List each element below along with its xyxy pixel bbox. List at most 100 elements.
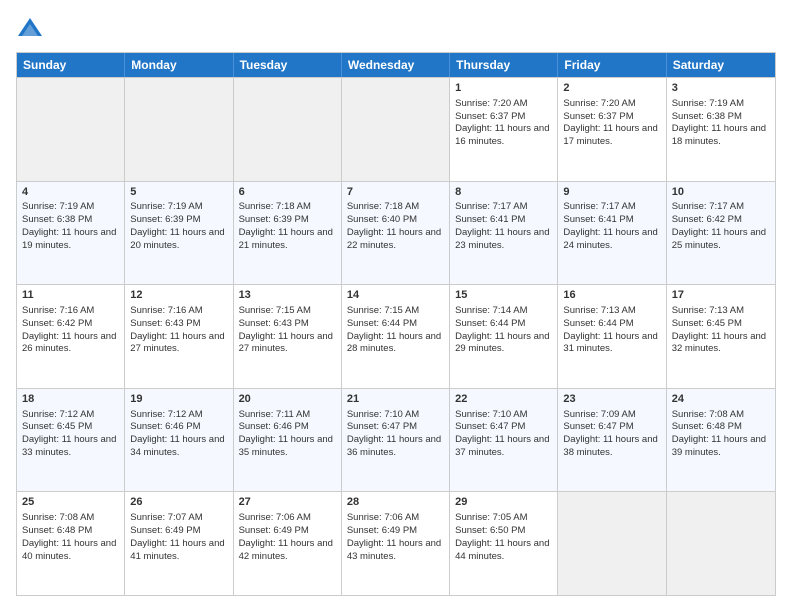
calendar-cell: 11 Sunrise: 7:16 AM Sunset: 6:42 PM Dayli…	[17, 285, 125, 388]
calendar-cell: 10Sunrise: 7:17 AM Sunset: 6:42 PM Dayli…	[667, 182, 775, 285]
calendar-cell	[667, 492, 775, 595]
calendar-cell: 1 Sunrise: 7:20 AM Sunset: 6:37 PM Daylig…	[450, 78, 558, 181]
calendar-row: 18 Sunrise: 7:12 AM Sunset: 6:45 PM Dayli…	[17, 388, 775, 492]
calendar-cell: 28 Sunrise: 7:06 AM Sunset: 6:49 PM Dayli…	[342, 492, 450, 595]
day-number: 21	[347, 392, 444, 407]
day-header-saturday: Saturday	[667, 53, 775, 77]
day-header-thursday: Thursday	[450, 53, 558, 77]
day-info: Sunrise: 7:05 AM Sunset: 6:50 PM Dayligh…	[455, 512, 549, 561]
calendar-cell: 21 Sunrise: 7:10 AM Sunset: 6:47 PM Dayli…	[342, 389, 450, 492]
day-number: 14	[347, 288, 444, 303]
day-info: Sunrise: 7:16 AM Sunset: 6:42 PM Dayligh…	[22, 305, 116, 354]
day-info: Sunrise: 7:20 AM Sunset: 6:37 PM Dayligh…	[563, 98, 657, 147]
calendar-cell	[17, 78, 125, 181]
logo-icon	[16, 16, 44, 44]
day-info: Sunrise: 7:11 AM Sunset: 6:46 PM Dayligh…	[239, 409, 333, 458]
day-number: 19	[130, 392, 227, 407]
day-info: Sunrise: 7:06 AM Sunset: 6:49 PM Dayligh…	[347, 512, 441, 561]
day-number: 28	[347, 495, 444, 510]
calendar-cell: 14 Sunrise: 7:15 AM Sunset: 6:44 PM Dayli…	[342, 285, 450, 388]
day-number: 4	[22, 185, 119, 200]
calendar-cell: 7Sunrise: 7:18 AM Sunset: 6:40 PM Daylig…	[342, 182, 450, 285]
day-info: Sunrise: 7:08 AM Sunset: 6:48 PM Dayligh…	[672, 409, 766, 458]
calendar-header: SundayMondayTuesdayWednesdayThursdayFrid…	[17, 53, 775, 77]
day-number: 12	[130, 288, 227, 303]
calendar-body: 1 Sunrise: 7:20 AM Sunset: 6:37 PM Daylig…	[17, 77, 775, 595]
calendar-cell: 24 Sunrise: 7:08 AM Sunset: 6:48 PM Dayli…	[667, 389, 775, 492]
calendar-cell: 4Sunrise: 7:19 AM Sunset: 6:38 PM Daylig…	[17, 182, 125, 285]
logo	[16, 16, 48, 44]
calendar-cell: 8Sunrise: 7:17 AM Sunset: 6:41 PM Daylig…	[450, 182, 558, 285]
day-number: 29	[455, 495, 552, 510]
day-number: 26	[130, 495, 227, 510]
day-number: 25	[22, 495, 119, 510]
calendar-row: 1 Sunrise: 7:20 AM Sunset: 6:37 PM Daylig…	[17, 77, 775, 181]
calendar-cell: 15 Sunrise: 7:14 AM Sunset: 6:44 PM Dayli…	[450, 285, 558, 388]
day-number: 16	[563, 288, 660, 303]
day-info: Sunrise: 7:18 AM Sunset: 6:40 PM Dayligh…	[347, 201, 441, 250]
day-info: Sunrise: 7:19 AM Sunset: 6:39 PM Dayligh…	[130, 201, 224, 250]
calendar-cell: 3 Sunrise: 7:19 AM Sunset: 6:38 PM Daylig…	[667, 78, 775, 181]
calendar-cell: 19Sunrise: 7:12 AM Sunset: 6:46 PM Dayli…	[125, 389, 233, 492]
day-info: Sunrise: 7:10 AM Sunset: 6:47 PM Dayligh…	[455, 409, 549, 458]
calendar-cell: 20 Sunrise: 7:11 AM Sunset: 6:46 PM Dayli…	[234, 389, 342, 492]
day-info: Sunrise: 7:07 AM Sunset: 6:49 PM Dayligh…	[130, 512, 224, 561]
day-number: 11	[22, 288, 119, 303]
calendar-cell: 29 Sunrise: 7:05 AM Sunset: 6:50 PM Dayli…	[450, 492, 558, 595]
day-header-sunday: Sunday	[17, 53, 125, 77]
day-number: 8	[455, 185, 552, 200]
header	[16, 16, 776, 44]
day-header-wednesday: Wednesday	[342, 53, 450, 77]
day-number: 2	[563, 81, 660, 96]
day-number: 7	[347, 185, 444, 200]
day-number: 15	[455, 288, 552, 303]
day-info: Sunrise: 7:18 AM Sunset: 6:39 PM Dayligh…	[239, 201, 333, 250]
page: SundayMondayTuesdayWednesdayThursdayFrid…	[0, 0, 792, 612]
day-header-friday: Friday	[558, 53, 666, 77]
calendar-cell: 17 Sunrise: 7:13 AM Sunset: 6:45 PM Dayli…	[667, 285, 775, 388]
day-number: 24	[672, 392, 770, 407]
day-header-monday: Monday	[125, 53, 233, 77]
calendar-cell: 6Sunrise: 7:18 AM Sunset: 6:39 PM Daylig…	[234, 182, 342, 285]
day-info: Sunrise: 7:19 AM Sunset: 6:38 PM Dayligh…	[22, 201, 116, 250]
calendar-cell: 2 Sunrise: 7:20 AM Sunset: 6:37 PM Daylig…	[558, 78, 666, 181]
day-info: Sunrise: 7:12 AM Sunset: 6:45 PM Dayligh…	[22, 409, 116, 458]
day-info: Sunrise: 7:17 AM Sunset: 6:42 PM Dayligh…	[672, 201, 766, 250]
day-info: Sunrise: 7:15 AM Sunset: 6:43 PM Dayligh…	[239, 305, 333, 354]
day-number: 22	[455, 392, 552, 407]
day-info: Sunrise: 7:10 AM Sunset: 6:47 PM Dayligh…	[347, 409, 441, 458]
day-info: Sunrise: 7:14 AM Sunset: 6:44 PM Dayligh…	[455, 305, 549, 354]
day-info: Sunrise: 7:17 AM Sunset: 6:41 PM Dayligh…	[455, 201, 549, 250]
calendar-cell: 26 Sunrise: 7:07 AM Sunset: 6:49 PM Dayli…	[125, 492, 233, 595]
day-number: 20	[239, 392, 336, 407]
day-info: Sunrise: 7:15 AM Sunset: 6:44 PM Dayligh…	[347, 305, 441, 354]
calendar-cell: 13Sunrise: 7:15 AM Sunset: 6:43 PM Dayli…	[234, 285, 342, 388]
day-number: 17	[672, 288, 770, 303]
day-number: 23	[563, 392, 660, 407]
day-info: Sunrise: 7:20 AM Sunset: 6:37 PM Dayligh…	[455, 98, 549, 147]
calendar-cell: 16 Sunrise: 7:13 AM Sunset: 6:44 PM Dayli…	[558, 285, 666, 388]
calendar-cell: 5Sunrise: 7:19 AM Sunset: 6:39 PM Daylig…	[125, 182, 233, 285]
day-info: Sunrise: 7:13 AM Sunset: 6:45 PM Dayligh…	[672, 305, 766, 354]
day-info: Sunrise: 7:19 AM Sunset: 6:38 PM Dayligh…	[672, 98, 766, 147]
day-info: Sunrise: 7:06 AM Sunset: 6:49 PM Dayligh…	[239, 512, 333, 561]
calendar-cell	[234, 78, 342, 181]
day-number: 27	[239, 495, 336, 510]
calendar-row: 4Sunrise: 7:19 AM Sunset: 6:38 PM Daylig…	[17, 181, 775, 285]
day-info: Sunrise: 7:17 AM Sunset: 6:41 PM Dayligh…	[563, 201, 657, 250]
day-number: 6	[239, 185, 336, 200]
day-info: Sunrise: 7:09 AM Sunset: 6:47 PM Dayligh…	[563, 409, 657, 458]
day-header-tuesday: Tuesday	[234, 53, 342, 77]
calendar-cell: 9Sunrise: 7:17 AM Sunset: 6:41 PM Daylig…	[558, 182, 666, 285]
calendar-cell: 23 Sunrise: 7:09 AM Sunset: 6:47 PM Dayli…	[558, 389, 666, 492]
day-number: 3	[672, 81, 770, 96]
day-number: 5	[130, 185, 227, 200]
day-number: 18	[22, 392, 119, 407]
day-number: 1	[455, 81, 552, 96]
calendar-cell	[342, 78, 450, 181]
calendar-cell: 22 Sunrise: 7:10 AM Sunset: 6:47 PM Dayli…	[450, 389, 558, 492]
day-info: Sunrise: 7:13 AM Sunset: 6:44 PM Dayligh…	[563, 305, 657, 354]
calendar-cell	[558, 492, 666, 595]
day-info: Sunrise: 7:08 AM Sunset: 6:48 PM Dayligh…	[22, 512, 116, 561]
calendar: SundayMondayTuesdayWednesdayThursdayFrid…	[16, 52, 776, 596]
